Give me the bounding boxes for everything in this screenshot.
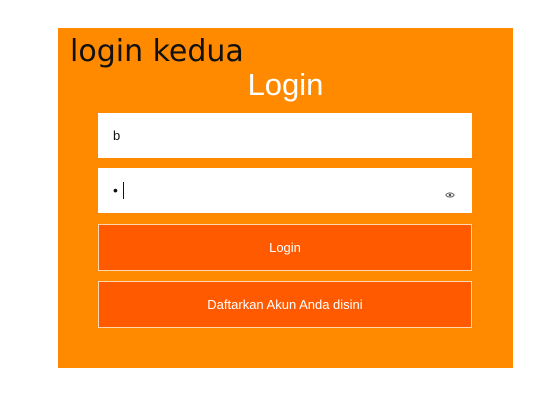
username-input[interactable]: b — [98, 113, 472, 158]
password-value: • — [113, 182, 118, 198]
username-value: b — [113, 128, 121, 143]
password-input[interactable]: • — [98, 168, 472, 213]
login-panel: login kedua Login b • Login Daftarkan Ak… — [58, 28, 513, 368]
register-button[interactable]: Daftarkan Akun Anda disini — [98, 281, 472, 328]
text-caret — [123, 182, 124, 199]
form-title: Login — [247, 67, 324, 102]
login-button[interactable]: Login — [98, 224, 472, 271]
eye-icon[interactable] — [445, 186, 455, 198]
